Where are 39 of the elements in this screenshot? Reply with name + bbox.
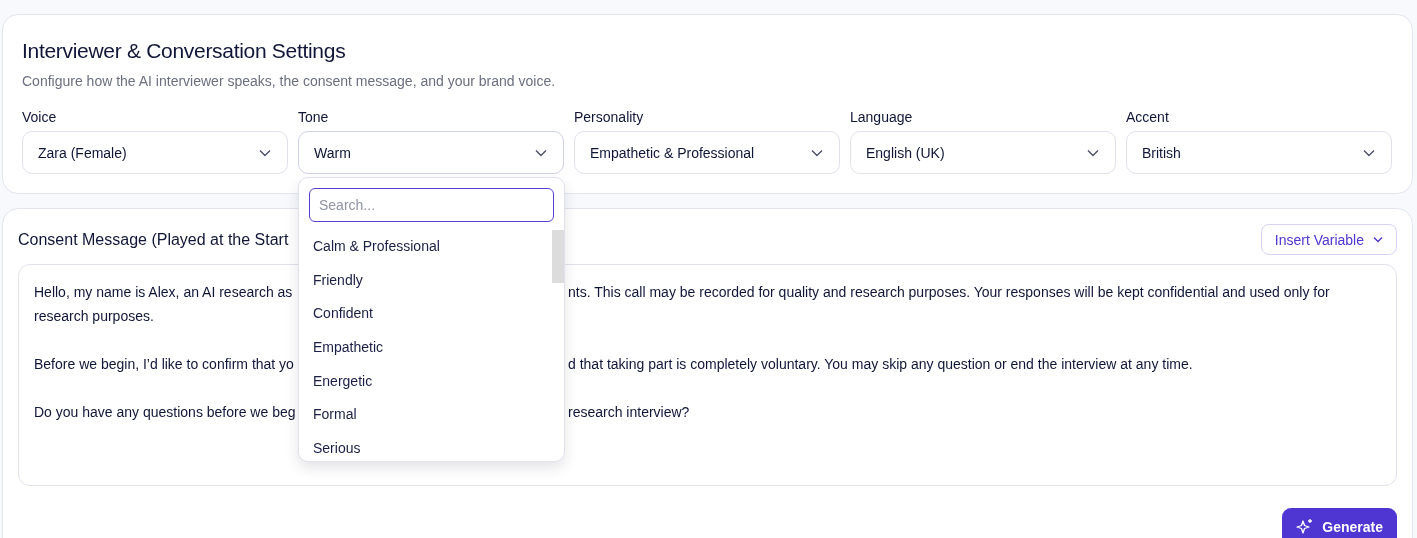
select-dropdown[interactable]: British	[1126, 131, 1392, 174]
dropdown-option[interactable]: Friendly	[313, 263, 554, 298]
chevron-down-icon	[535, 148, 547, 157]
dropdown-option[interactable]: Calm & Professional	[313, 230, 554, 264]
dropdown-option[interactable]: Empathetic	[313, 331, 554, 365]
field-label: Tone	[298, 109, 330, 125]
message-text: research purposes.	[34, 307, 155, 326]
consent-title: Consent Message (Played at the Start	[18, 230, 289, 249]
dropdown-option[interactable]: Formal	[313, 398, 554, 433]
message-text: Do you have any questions before we beg	[34, 403, 297, 422]
scrollbar-thumb[interactable]	[552, 230, 564, 283]
select-dropdown[interactable]: English (UK)	[850, 131, 1116, 174]
section-title: Interviewer & Conversation Settings	[22, 39, 347, 63]
message-text: d that taking part is completely voluntary. You may skip any question or end the interview at any time.	[568, 355, 1193, 374]
chevron-down-icon	[1363, 148, 1375, 157]
message-field[interactable]	[18, 264, 1397, 486]
field-label: Language	[850, 109, 914, 125]
chevron-down-icon	[811, 148, 823, 157]
insert-variable-button[interactable]: Insert Variable	[1260, 224, 1397, 255]
message-text: Before we begin, I’d like to confirm that yo	[34, 355, 295, 374]
section-subtitle: Configure how the AI interviewer speaks, the consent message, and your brand voice.	[22, 73, 557, 89]
message-text: nts. This call may be recorded for quality and research purposes. Your responses will be kept confidential and used only for	[568, 283, 1330, 302]
select-dropdown[interactable]: Warm	[298, 131, 564, 174]
sparkle-icon	[1296, 518, 1315, 536]
dropdown-option[interactable]: Serious	[313, 432, 554, 461]
select-dropdown[interactable]: Empathetic & Professional	[574, 131, 840, 174]
select-dropdown[interactable]: Zara (Female)	[22, 131, 288, 174]
chevron-down-icon	[1087, 148, 1099, 157]
field-label: Voice	[22, 109, 58, 125]
chevron-down-icon	[259, 148, 271, 157]
generate-button[interactable]: Generate	[1282, 508, 1397, 538]
dropdown-option[interactable]: Confident	[313, 297, 554, 332]
field-label: Accent	[1126, 109, 1170, 125]
field-label: Personality	[574, 109, 645, 125]
search-field[interactable]: Search...	[309, 188, 554, 222]
dropdown-option[interactable]: Energetic	[313, 364, 554, 399]
chevron-down-icon	[1373, 236, 1383, 243]
message-text: research interview?	[568, 403, 690, 422]
message-text: Hello, my name is Alex, an AI research as	[34, 283, 294, 302]
